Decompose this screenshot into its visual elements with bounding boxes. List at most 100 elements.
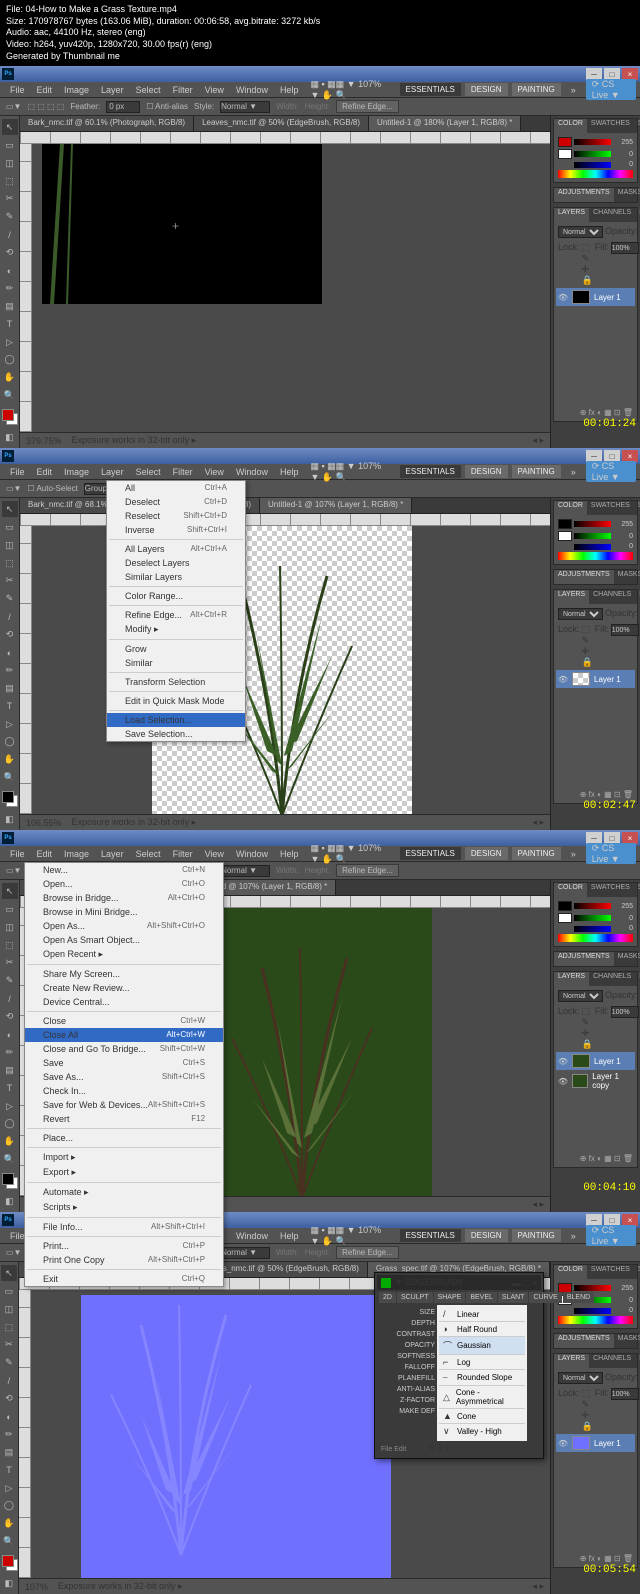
menu-window[interactable]: Window <box>230 467 274 477</box>
menu-item[interactable]: Refine Edge...Alt+Ctrl+R <box>107 608 245 622</box>
tool-3[interactable]: ⬚ <box>1 1319 17 1335</box>
menu-window[interactable]: Window <box>230 849 274 859</box>
tool-0[interactable]: ↖ <box>2 883 18 899</box>
layer-row[interactable]: 👁 Layer 1 <box>556 1434 635 1452</box>
tool-4[interactable]: ✂ <box>2 955 18 971</box>
color-swatches[interactable] <box>0 409 19 429</box>
tool-8[interactable]: ◐ <box>2 263 18 279</box>
tool-15[interactable]: 🔍 <box>2 770 18 786</box>
tool-1[interactable]: ▭ <box>2 137 18 153</box>
menu-item[interactable]: SaveCtrl+S <box>25 1056 223 1070</box>
menu-item[interactable]: Automate ▸ <box>25 1185 223 1200</box>
layer-row[interactable]: 👁 Layer 1 <box>556 288 635 306</box>
tool-13[interactable]: ◯ <box>2 1116 18 1132</box>
tool-15[interactable]: 🔍 <box>2 388 18 404</box>
menu-item[interactable]: Create New Review... <box>25 981 223 995</box>
tool-1[interactable]: ▭ <box>2 519 18 535</box>
workspace-design[interactable]: DESIGN <box>465 83 508 96</box>
file-menu-dropdown[interactable]: New...Ctrl+NOpen...Ctrl+OBrowse in Bridg… <box>24 862 224 1287</box>
menu-item[interactable]: CloseCtrl+W <box>25 1014 223 1028</box>
menu-item[interactable]: Close and Go To Bridge...Shift+Ctrl+W <box>25 1042 223 1056</box>
menu-item[interactable]: DeselectCtrl+D <box>107 495 245 509</box>
tool-8[interactable]: ◐ <box>1 1409 17 1425</box>
menu-item[interactable]: Place... <box>25 1131 223 1145</box>
workspace-essentials[interactable]: ESSENTIALS <box>400 465 461 478</box>
tool-6[interactable]: / <box>1 1373 17 1389</box>
menu-help[interactable]: Help <box>274 467 305 477</box>
menu-item[interactable]: Color Range... <box>107 589 245 603</box>
workspace-design[interactable]: DESIGN <box>465 1229 508 1242</box>
menu-item[interactable]: File Info...Alt+Shift+Ctrl+I <box>25 1220 223 1234</box>
menu-item[interactable]: Deselect Layers <box>107 556 245 570</box>
tool-0[interactable]: ↖ <box>2 119 18 135</box>
tool-11[interactable]: T <box>2 316 18 332</box>
menu-item[interactable]: Modify ▸ <box>107 622 245 637</box>
menu-item[interactable]: Load Selection... <box>107 713 245 727</box>
menu-item[interactable]: Import ▸ <box>25 1150 223 1165</box>
visibility-icon[interactable]: 👁 <box>558 674 568 684</box>
color-swatches[interactable] <box>0 1555 18 1575</box>
cslive-button[interactable]: ⟳ CS Live ▼ <box>586 1225 636 1246</box>
tool-11[interactable]: T <box>2 1080 18 1096</box>
tool-4[interactable]: ✂ <box>2 573 18 589</box>
tool-9[interactable]: ✏ <box>2 662 18 678</box>
menu-window[interactable]: Window <box>230 85 274 95</box>
layer-row[interactable]: 👁 Layer 1 copy <box>556 1070 635 1092</box>
menu-image[interactable]: Image <box>58 85 95 95</box>
menu-item[interactable]: Print One CopyAlt+Shift+Ctrl+P <box>25 1253 223 1267</box>
tool-2[interactable]: ◫ <box>2 919 18 935</box>
tool-6[interactable]: / <box>2 227 18 243</box>
menu-item[interactable]: Check In... <box>25 1084 223 1098</box>
workspace-design[interactable]: DESIGN <box>465 847 508 860</box>
visibility-icon[interactable]: 👁 <box>558 1056 568 1066</box>
visibility-icon[interactable]: 👁 <box>558 1076 568 1086</box>
tool-12[interactable]: ▷ <box>2 716 18 732</box>
menu-select[interactable]: Select <box>130 467 167 477</box>
tool-14[interactable]: ✋ <box>2 1134 18 1150</box>
workspace-painting[interactable]: PAINTING <box>512 83 561 96</box>
tool-5[interactable]: ✎ <box>1 1355 17 1371</box>
tool-12[interactable]: ▷ <box>1 1480 17 1496</box>
tool-11[interactable]: T <box>2 698 18 714</box>
tool-1[interactable]: ▭ <box>2 901 18 917</box>
menu-edit[interactable]: Edit <box>31 85 59 95</box>
menu-item[interactable]: Similar Layers <box>107 570 245 584</box>
menu-item[interactable]: Grow <box>107 642 245 656</box>
menu-item[interactable]: ReselectShift+Ctrl+D <box>107 509 245 523</box>
menu-view[interactable]: View <box>199 849 230 859</box>
menu-item[interactable]: Save As...Shift+Ctrl+S <box>25 1070 223 1084</box>
tool-5[interactable]: ✎ <box>2 973 18 989</box>
tool-6[interactable]: / <box>2 991 18 1007</box>
menu-item[interactable]: All LayersAlt+Ctrl+A <box>107 542 245 556</box>
tool-12[interactable]: ▷ <box>2 1098 18 1114</box>
cslive-button[interactable]: ⟳ CS Live ▼ <box>586 461 636 482</box>
zoom-level[interactable]: 106.55% <box>26 818 62 828</box>
tool-3[interactable]: ⬚ <box>2 555 18 571</box>
menu-help[interactable]: Help <box>274 849 305 859</box>
tool-2[interactable]: ◫ <box>2 155 18 171</box>
edgebrush-panel[interactable]: ✦ EDGEBRUSH▬ □ × 2DSCULPTSHAPEBEVELSLANT… <box>374 1272 544 1459</box>
menu-item[interactable]: Transform Selection <box>107 675 245 689</box>
doc-tab[interactable]: Untitled-1 @ 180% (Layer 1, RGB/8) * <box>369 116 521 131</box>
menu-file[interactable]: File <box>4 85 31 95</box>
menu-image[interactable]: Image <box>58 849 95 859</box>
tool-15[interactable]: 🔍 <box>1 1534 17 1550</box>
layer-row[interactable]: 👁 Layer 1 <box>556 1052 635 1070</box>
tool-6[interactable]: / <box>2 609 18 625</box>
tool-13[interactable]: ◯ <box>1 1498 17 1514</box>
workspace-essentials[interactable]: ESSENTIALS <box>400 1229 461 1242</box>
menu-item[interactable]: Share My Screen... <box>25 967 223 981</box>
tool-2[interactable]: ◫ <box>2 537 18 553</box>
workspace-design[interactable]: DESIGN <box>465 465 508 478</box>
zoom-level[interactable]: 379.75% <box>26 436 62 446</box>
menu-item[interactable]: Edit in Quick Mask Mode <box>107 694 245 708</box>
menu-layer[interactable]: Layer <box>95 849 130 859</box>
tool-14[interactable]: ✋ <box>2 752 18 768</box>
tool-0[interactable]: ↖ <box>1 1265 17 1281</box>
cslive-button[interactable]: ⟳ CS Live ▼ <box>586 79 636 100</box>
menu-select[interactable]: Select <box>130 849 167 859</box>
menu-item[interactable]: RevertF12 <box>25 1112 223 1126</box>
tool-7[interactable]: ⟲ <box>1 1391 17 1407</box>
menu-image[interactable]: Image <box>58 467 95 477</box>
menu-item[interactable]: ExitCtrl+Q <box>25 1272 223 1286</box>
